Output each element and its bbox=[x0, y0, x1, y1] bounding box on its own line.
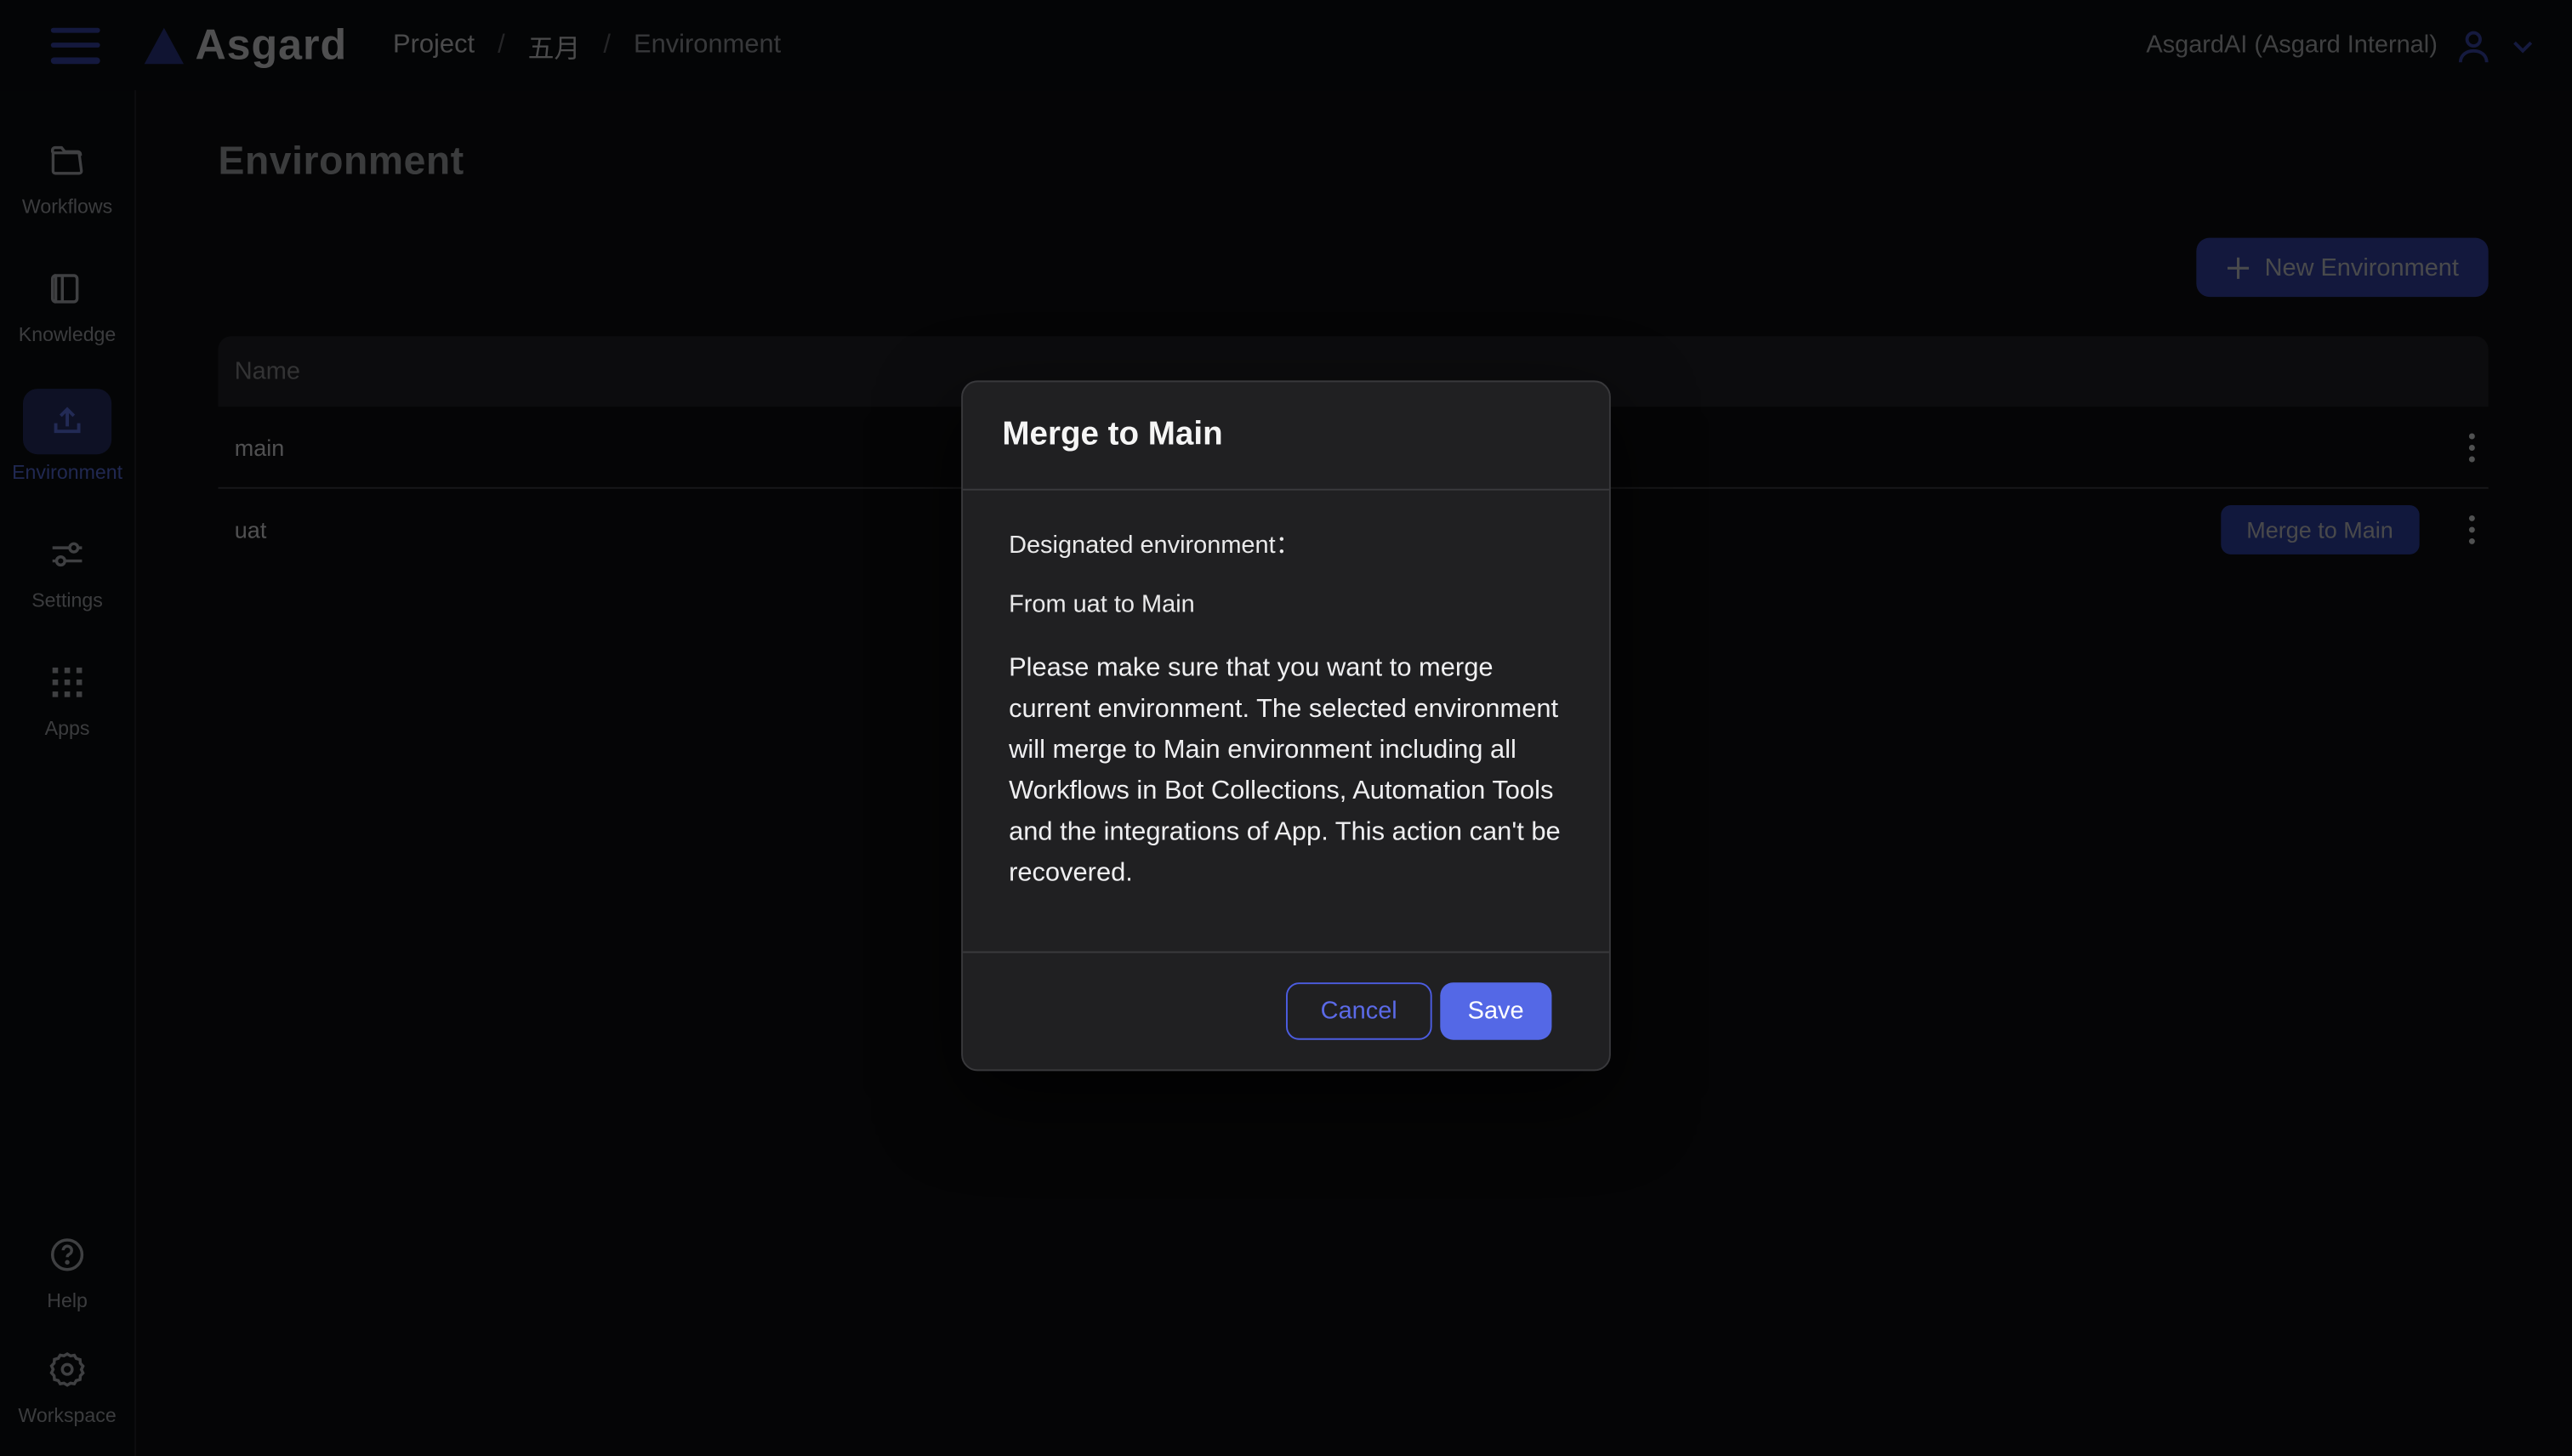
dialog-footer: Cancel Save bbox=[963, 952, 1609, 1070]
dialog-title: Merge to Main bbox=[1002, 417, 1222, 454]
dialog-body: Designated environment： From uat to Main… bbox=[963, 491, 1609, 952]
dialog-header: Merge to Main bbox=[963, 382, 1609, 490]
asgard-app: Asgard Project / 五月 / Environment Asgard… bbox=[0, 0, 2572, 1456]
merge-direction-label: From uat to Main bbox=[1009, 590, 1563, 618]
merge-warning-text: Please make sure that you want to merge … bbox=[1009, 648, 1563, 894]
cancel-button[interactable]: Cancel bbox=[1286, 982, 1431, 1039]
designated-environment-label: Designated environment： bbox=[1009, 526, 1563, 560]
merge-to-main-dialog: Merge to Main Designated environment： Fr… bbox=[961, 380, 1611, 1071]
save-button[interactable]: Save bbox=[1440, 982, 1552, 1039]
